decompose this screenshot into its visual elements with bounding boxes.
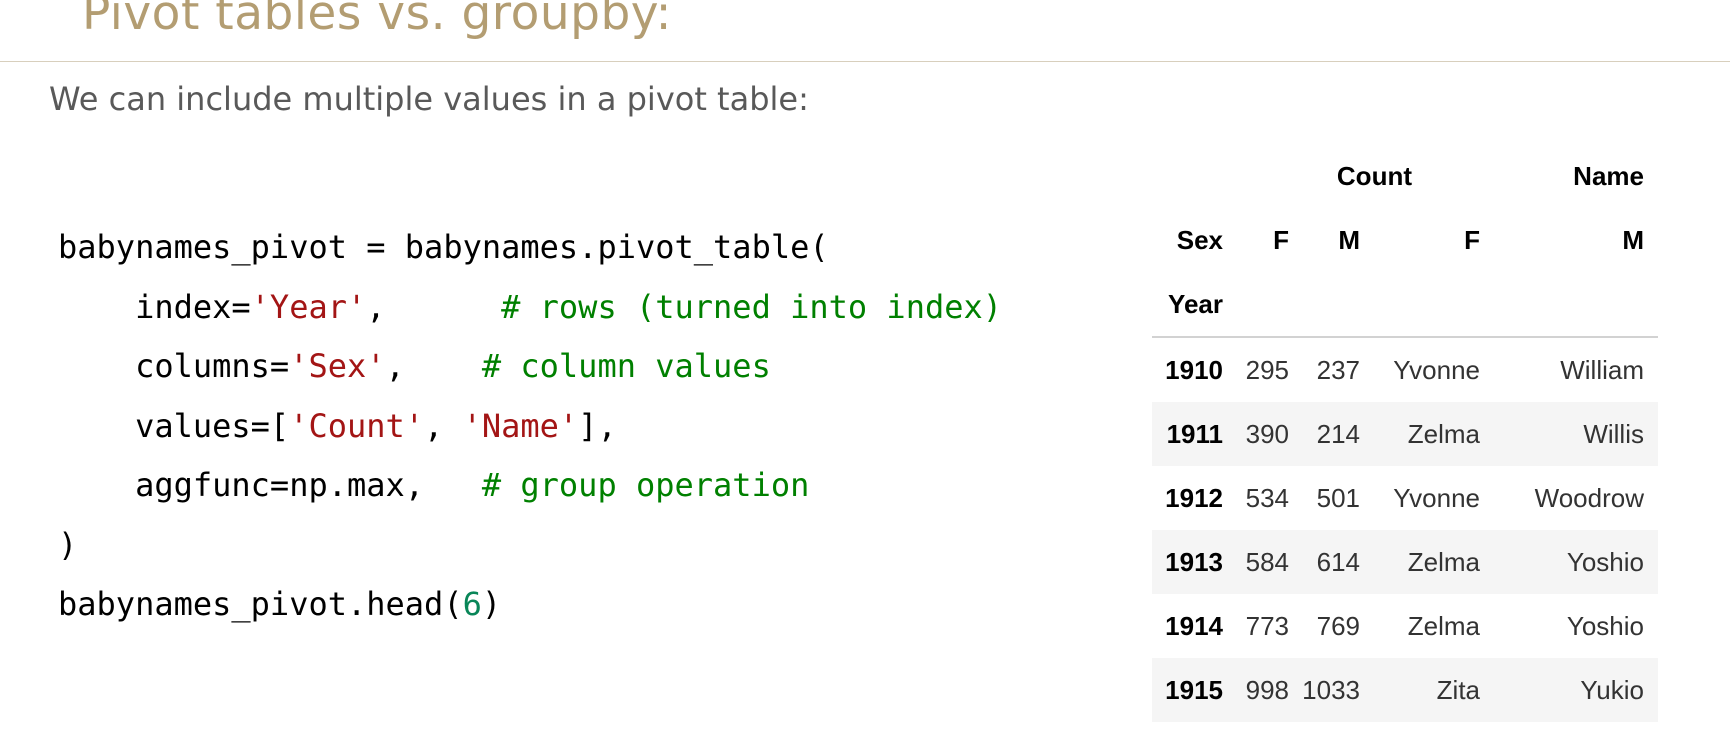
table-row: 1910 295 237 Yvonne William xyxy=(1152,338,1658,402)
column-header-f: F xyxy=(1464,225,1480,255)
cell-name-f: Zita xyxy=(1436,675,1480,705)
cell-name-m: Willis xyxy=(1583,419,1644,449)
cell-name-f: Zelma xyxy=(1407,611,1480,641)
code-block: babynames_pivot = babynames.pivot_table(… xyxy=(58,218,1002,635)
row-index-year: 1915 xyxy=(1165,675,1223,705)
table-row: 1915 998 1033 Zita Yukio xyxy=(1152,658,1658,722)
cell-count-m: 501 xyxy=(1316,483,1360,513)
cell-name-m: Yoshio xyxy=(1566,611,1644,641)
slide-subtitle: We can include multiple values in a pivo… xyxy=(49,80,809,118)
cell-name-m: Yukio xyxy=(1580,675,1644,705)
cell-count-m: 1033 xyxy=(1302,675,1360,705)
table-row: 1911 390 214 Zelma Willis xyxy=(1152,402,1658,466)
slide-title: Pivot tables vs. groupby: xyxy=(82,0,673,41)
table-header-row-2: Sex F M F M xyxy=(1152,208,1658,272)
cell-count-m: 769 xyxy=(1316,611,1360,641)
cell-count-f: 390 xyxy=(1245,419,1289,449)
row-index-year: 1911 xyxy=(1166,419,1223,449)
cell-name-m: Woodrow xyxy=(1534,483,1644,513)
cell-name-f: Yvonne xyxy=(1393,483,1480,513)
table-body: 1910 295 237 Yvonne William 1911 390 214 Zelma Wi… xyxy=(1152,338,1658,722)
column-header-m: M xyxy=(1622,225,1644,255)
cell-count-f: 295 xyxy=(1245,355,1289,385)
row-index-year: 1910 xyxy=(1165,355,1223,385)
column-header-m: M xyxy=(1338,225,1360,255)
column-header-name: Name xyxy=(1573,161,1644,191)
table-row: 1912 534 501 Yvonne Woodrow xyxy=(1152,466,1658,530)
row-index-year: 1914 xyxy=(1165,611,1223,641)
cell-name-f: Yvonne xyxy=(1393,355,1480,385)
code-comment: # rows (turned into index) xyxy=(501,287,1003,326)
cell-name-m: Yoshio xyxy=(1566,547,1644,577)
code-line-1: babynames_pivot = babynames.pivot_table( xyxy=(58,228,829,266)
row-index-year: 1912 xyxy=(1165,483,1223,513)
cell-name-f: Zelma xyxy=(1407,419,1480,449)
pivot-table-output: Count Name Sex F M F M Year 1910 295 237 Yv… xyxy=(1152,144,1658,722)
code-line-2: index='Year', # rows (turned into index) xyxy=(58,287,1003,326)
cell-name-m: William xyxy=(1560,355,1644,385)
code-line-4: values=['Count', 'Name'], xyxy=(58,406,617,445)
cell-count-f: 534 xyxy=(1245,483,1289,513)
code-comment: # column values xyxy=(481,347,771,385)
cell-name-f: Zelma xyxy=(1407,547,1480,577)
row-index-year: 1913 xyxy=(1165,547,1223,577)
column-header-count: Count xyxy=(1336,161,1412,191)
table-header-row-1: Count Name xyxy=(1152,144,1658,208)
table-row: 1913 584 614 Zelma Yoshio xyxy=(1152,530,1658,594)
column-header-f: F xyxy=(1273,225,1289,255)
cell-count-f: 773 xyxy=(1245,611,1289,641)
cell-count-f: 584 xyxy=(1245,547,1289,577)
code-line-7: babynames_pivot.head(6) xyxy=(58,585,502,623)
code-line-3: columns='Sex', # column values xyxy=(58,347,771,385)
index-name: Year xyxy=(1168,289,1223,319)
code-line-6: ) xyxy=(58,525,78,564)
code-comment: # group operation xyxy=(481,466,810,504)
table-header-row-3: Year xyxy=(1152,272,1658,336)
table-row: 1914 773 769 Zelma Yoshio xyxy=(1152,594,1658,658)
code-line-5: aggfunc=np.max, # group operation xyxy=(58,466,810,504)
cell-count-f: 998 xyxy=(1245,675,1289,705)
title-divider xyxy=(0,61,1730,62)
cell-count-m: 614 xyxy=(1316,547,1360,577)
cell-count-m: 214 xyxy=(1316,419,1360,449)
column-level-label: Sex xyxy=(1176,225,1223,255)
cell-count-m: 237 xyxy=(1316,355,1360,385)
